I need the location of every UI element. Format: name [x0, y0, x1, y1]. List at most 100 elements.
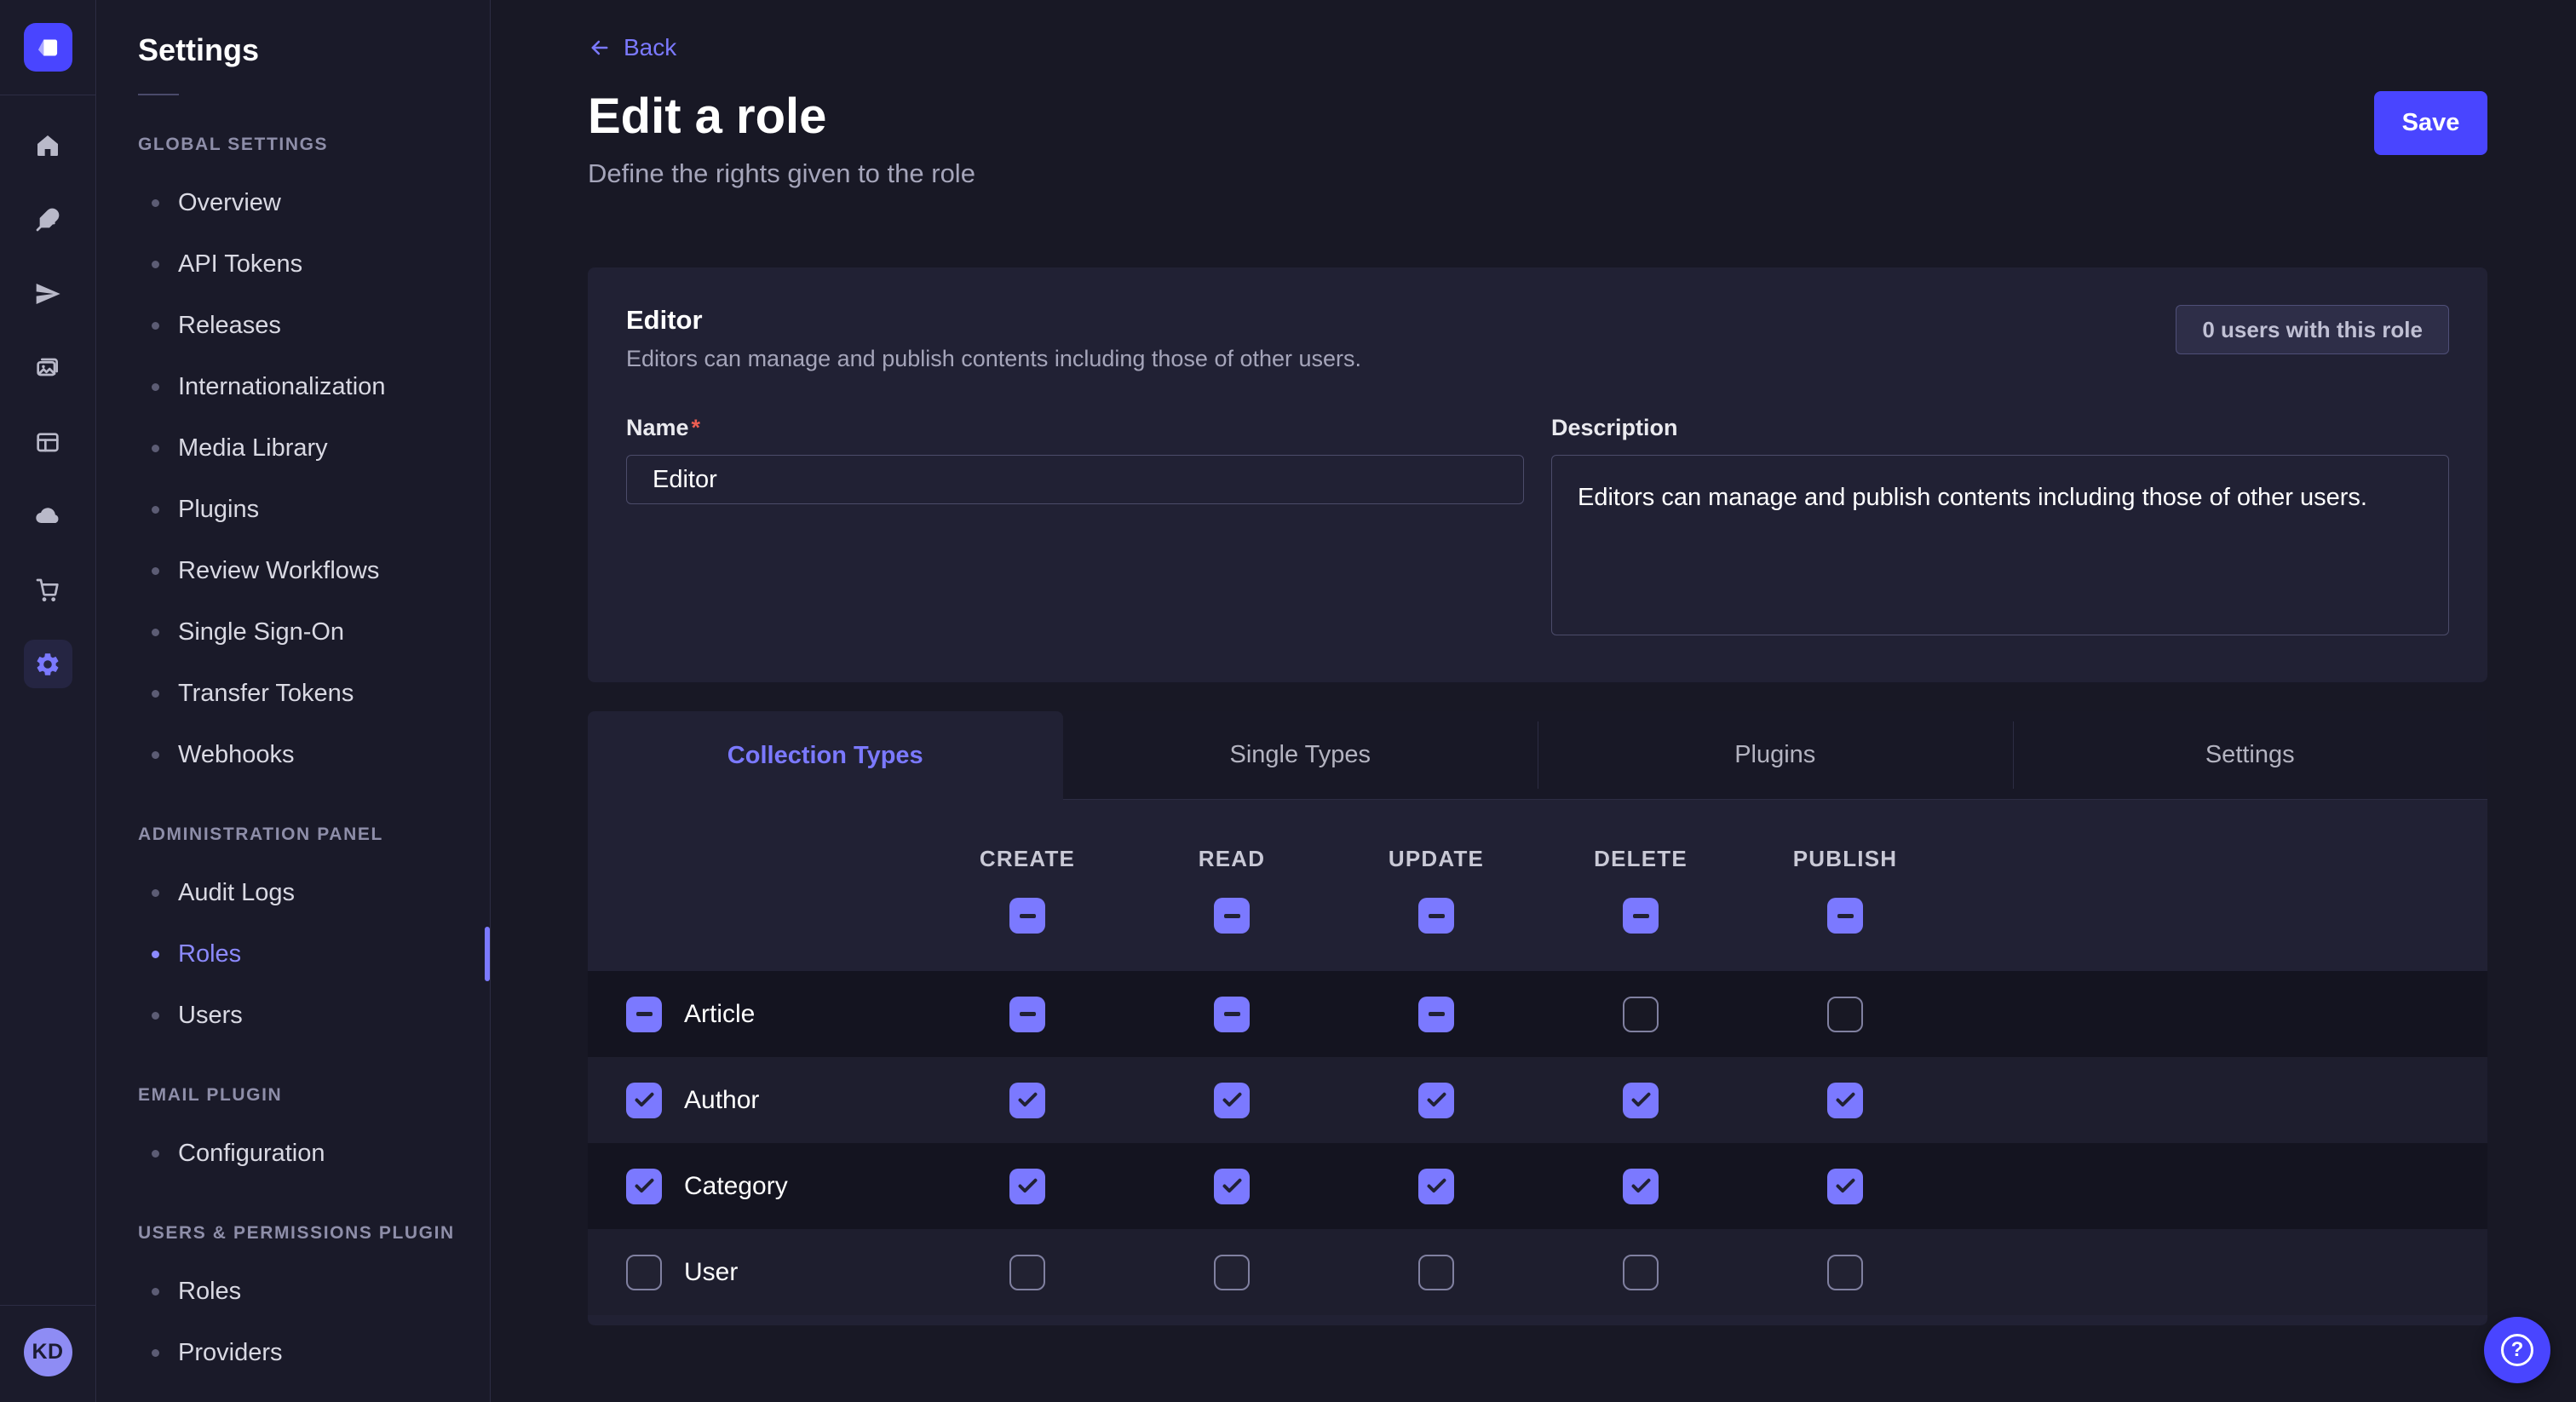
category-create-checkbox[interactable]	[1009, 1169, 1045, 1204]
category-delete-checkbox[interactable]	[1623, 1169, 1659, 1204]
author-create-checkbox[interactable]	[1009, 1083, 1045, 1118]
category-publish-checkbox[interactable]	[1827, 1169, 1863, 1204]
author-read-checkbox[interactable]	[1214, 1083, 1250, 1118]
article-delete-checkbox[interactable]	[1623, 997, 1659, 1032]
column-header-update: UPDATE	[1334, 846, 1538, 872]
users-with-role-badge[interactable]: 0 users with this role	[2176, 305, 2449, 354]
sidebar-item-review-workflows[interactable]: Review Workflows	[97, 540, 490, 601]
author-publish-checkbox[interactable]	[1827, 1083, 1863, 1118]
rail-item-layout[interactable]	[24, 417, 72, 466]
column-header-publish: PUBLISH	[1743, 846, 1947, 872]
avatar[interactable]: KD	[24, 1328, 72, 1376]
app-rail: KD	[0, 0, 96, 1402]
check-icon	[633, 1175, 656, 1198]
user-publish-checkbox[interactable]	[1827, 1255, 1863, 1290]
content-type-label: Author	[684, 1086, 759, 1115]
tab-single-types[interactable]: Single Types	[1063, 711, 1538, 800]
sidebar-item-label: Overview	[178, 189, 281, 217]
rail-item-feather[interactable]	[24, 195, 72, 244]
article-read-checkbox[interactable]	[1214, 997, 1250, 1032]
required-asterisk: *	[692, 415, 701, 440]
description-textarea[interactable]: Editors can manage and publish contents …	[1551, 455, 2449, 635]
permission-row-category: Category	[588, 1143, 2487, 1229]
category-update-checkbox[interactable]	[1418, 1169, 1454, 1204]
permissions-tabs: Collection TypesSingle TypesPlugins Setti…	[588, 711, 2487, 800]
article-publish-checkbox[interactable]	[1827, 997, 1863, 1032]
sidebar-section-label: ADMINISTRATION PANEL	[138, 825, 490, 845]
sidebar-item-webhooks[interactable]: Webhooks	[97, 724, 490, 785]
permissions-rows: ArticleAuthorCategoryUser	[588, 971, 2487, 1315]
select-all-read-checkbox[interactable]	[1214, 898, 1250, 934]
sidebar-item-roles[interactable]: Roles	[97, 1261, 490, 1322]
check-icon	[1016, 1089, 1039, 1112]
article-row-checkbox[interactable]	[626, 997, 662, 1032]
name-input[interactable]	[626, 455, 1524, 504]
tab-label: Settings	[2205, 741, 2295, 769]
user-row-checkbox[interactable]	[626, 1255, 662, 1290]
tab-settings[interactable]: Settings	[2013, 711, 2488, 800]
sidebar-item-label: Releases	[178, 312, 281, 340]
sidebar-item-label: Providers	[178, 1339, 283, 1367]
sidebar-item-releases[interactable]: Releases	[97, 295, 490, 356]
category-row-checkbox[interactable]	[626, 1169, 662, 1204]
back-link[interactable]: Back	[588, 34, 676, 61]
bullet-icon	[152, 1288, 159, 1296]
rail-item-cloud[interactable]	[24, 491, 72, 540]
active-indicator	[485, 927, 490, 981]
select-all-create-checkbox[interactable]	[1009, 898, 1045, 934]
user-delete-checkbox[interactable]	[1623, 1255, 1659, 1290]
select-all-delete-checkbox[interactable]	[1623, 898, 1659, 934]
home-icon	[34, 132, 61, 159]
column-header-create: CREATE	[925, 846, 1130, 872]
author-delete-checkbox[interactable]	[1623, 1083, 1659, 1118]
author-update-checkbox[interactable]	[1418, 1083, 1454, 1118]
user-create-checkbox[interactable]	[1009, 1255, 1045, 1290]
sidebar-item-users[interactable]: Users	[97, 985, 490, 1046]
strapi-logo[interactable]	[24, 23, 72, 72]
bullet-icon	[152, 567, 159, 575]
sidebar-item-audit-logs[interactable]: Audit Logs	[97, 862, 490, 923]
save-button[interactable]: Save	[2374, 91, 2487, 155]
strapi-logo-icon	[32, 32, 64, 64]
rail-item-gear[interactable]	[24, 640, 72, 688]
tab-collection-types[interactable]: Collection Types	[588, 711, 1063, 800]
author-row-checkbox[interactable]	[626, 1083, 662, 1118]
rail-item-images[interactable]	[24, 343, 72, 392]
sidebar-item-providers[interactable]: Providers	[97, 1322, 490, 1383]
category-read-checkbox[interactable]	[1214, 1169, 1250, 1204]
check-icon	[1834, 1175, 1857, 1198]
help-button[interactable]: ?	[2484, 1317, 2550, 1383]
cloud-icon	[34, 503, 61, 530]
article-update-checkbox[interactable]	[1418, 997, 1454, 1032]
paper-plane-icon	[34, 280, 61, 307]
sidebar-item-media-library[interactable]: Media Library	[97, 417, 490, 479]
sidebar-item-api-tokens[interactable]: API Tokens	[97, 233, 490, 295]
sidebar-item-configuration[interactable]: Configuration	[97, 1123, 490, 1184]
sidebar-item-transfer-tokens[interactable]: Transfer Tokens	[97, 663, 490, 724]
sidebar-item-label: Internationalization	[178, 373, 385, 401]
sidebar-section-label: GLOBAL SETTINGS	[138, 135, 490, 155]
page-title: Edit a role	[588, 88, 2487, 145]
user-read-checkbox[interactable]	[1214, 1255, 1250, 1290]
tab-plugins[interactable]: Plugins	[1538, 711, 2013, 800]
select-all-publish-checkbox[interactable]	[1827, 898, 1863, 934]
sidebar-item-single-sign-on[interactable]: Single Sign-On	[97, 601, 490, 663]
sidebar-item-roles[interactable]: Roles	[97, 923, 490, 985]
check-icon	[1834, 1089, 1857, 1112]
page-subtitle: Define the rights given to the role	[588, 158, 2487, 189]
select-all-update-checkbox[interactable]	[1418, 898, 1454, 934]
layout-icon	[34, 428, 61, 456]
sidebar-item-overview[interactable]: Overview	[97, 172, 490, 233]
gear-icon	[34, 651, 61, 678]
bullet-icon	[152, 951, 159, 958]
permission-row-user: User	[588, 1229, 2487, 1315]
permission-row-author: Author	[588, 1057, 2487, 1143]
sidebar-item-label: Roles	[178, 940, 241, 968]
sidebar-item-plugins[interactable]: Plugins	[97, 479, 490, 540]
rail-item-home[interactable]	[24, 121, 72, 170]
sidebar-item-internationalization[interactable]: Internationalization	[97, 356, 490, 417]
rail-item-paper-plane[interactable]	[24, 269, 72, 318]
rail-item-cart[interactable]	[24, 566, 72, 614]
article-create-checkbox[interactable]	[1009, 997, 1045, 1032]
user-update-checkbox[interactable]	[1418, 1255, 1454, 1290]
